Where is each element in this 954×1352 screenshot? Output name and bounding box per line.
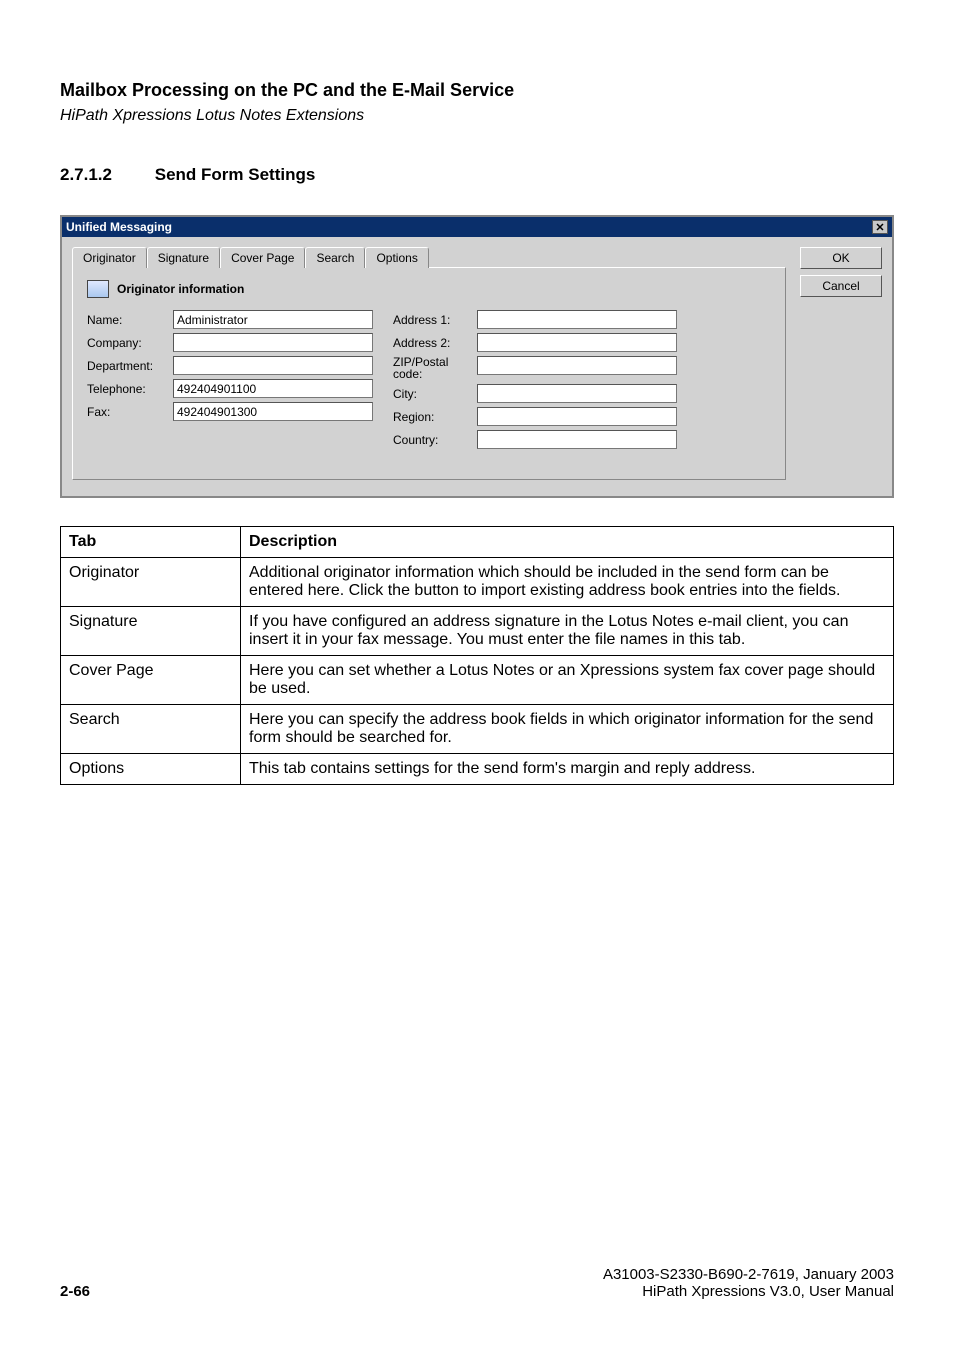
- dialog-unified-messaging: Unified Messaging ✕ Originator Signature…: [60, 215, 894, 498]
- label-address1: Address 1:: [393, 313, 471, 327]
- region-field[interactable]: [477, 407, 677, 426]
- cell-tab: Signature: [61, 607, 241, 656]
- table-row: OriginatorAdditional originator informat…: [61, 558, 894, 607]
- cell-desc: Here you can set whether a Lotus Notes o…: [241, 656, 894, 705]
- label-department: Department:: [87, 359, 167, 373]
- label-region: Region:: [393, 410, 471, 424]
- address2-field[interactable]: [477, 333, 677, 352]
- page-footer: 2-66 A31003-S2330-B690-2-7619, January 2…: [60, 1266, 894, 1300]
- tabs: Originator Signature Cover Page Search O…: [72, 247, 786, 268]
- description-table: Tab Description OriginatorAdditional ori…: [60, 526, 894, 785]
- label-city: City:: [393, 387, 471, 401]
- tab-search[interactable]: Search: [305, 247, 365, 268]
- table-row: OptionsThis tab contains settings for th…: [61, 754, 894, 785]
- tab-originator[interactable]: Originator: [72, 247, 147, 268]
- table-row: Cover PageHere you can set whether a Lot…: [61, 656, 894, 705]
- tab-panel-originator: Originator information Name: Company: De…: [72, 267, 786, 480]
- table-row: SignatureIf you have configured an addre…: [61, 607, 894, 656]
- page-subtitle: HiPath Xpressions Lotus Notes Extensions: [60, 107, 894, 125]
- document-id: A31003-S2330-B690-2-7619, January 2003: [603, 1266, 894, 1283]
- cell-desc: This tab contains settings for the send …: [241, 754, 894, 785]
- name-field[interactable]: [173, 310, 373, 329]
- label-zip: ZIP/Postal code:: [393, 356, 471, 380]
- document-name: HiPath Xpressions V3.0, User Manual: [603, 1283, 894, 1300]
- th-tab: Tab: [61, 527, 241, 558]
- close-icon[interactable]: ✕: [872, 220, 888, 234]
- cell-desc: Here you can specify the address book fi…: [241, 705, 894, 754]
- section-title: Send Form Settings: [155, 165, 316, 184]
- section-number: 2.7.1.2: [60, 165, 150, 185]
- ok-button[interactable]: OK: [800, 247, 882, 269]
- label-address2: Address 2:: [393, 336, 471, 350]
- page-title: Mailbox Processing on the PC and the E-M…: [60, 80, 894, 101]
- fax-field[interactable]: [173, 402, 373, 421]
- country-field[interactable]: [477, 430, 677, 449]
- cell-tab: Originator: [61, 558, 241, 607]
- tab-signature[interactable]: Signature: [147, 247, 220, 268]
- cancel-button[interactable]: Cancel: [800, 275, 882, 297]
- table-row: SearchHere you can specify the address b…: [61, 705, 894, 754]
- cell-tab: Options: [61, 754, 241, 785]
- label-telephone: Telephone:: [87, 382, 167, 396]
- panel-header-label: Originator information: [117, 282, 244, 296]
- tab-options[interactable]: Options: [365, 247, 428, 268]
- tab-coverpage[interactable]: Cover Page: [220, 247, 305, 268]
- address1-field[interactable]: [477, 310, 677, 329]
- label-company: Company:: [87, 336, 167, 350]
- th-desc: Description: [241, 527, 894, 558]
- contact-card-icon[interactable]: [87, 280, 109, 298]
- telephone-field[interactable]: [173, 379, 373, 398]
- page-number: 2-66: [60, 1283, 90, 1300]
- department-field[interactable]: [173, 356, 373, 375]
- dialog-title: Unified Messaging: [66, 220, 172, 234]
- label-country: Country:: [393, 433, 471, 447]
- company-field[interactable]: [173, 333, 373, 352]
- cell-desc: Additional originator information which …: [241, 558, 894, 607]
- city-field[interactable]: [477, 384, 677, 403]
- section-heading: 2.7.1.2 Send Form Settings: [60, 165, 894, 185]
- cell-tab: Search: [61, 705, 241, 754]
- zip-field[interactable]: [477, 356, 677, 375]
- cell-tab: Cover Page: [61, 656, 241, 705]
- label-fax: Fax:: [87, 405, 167, 419]
- dialog-titlebar: Unified Messaging ✕: [62, 217, 892, 237]
- label-name: Name:: [87, 313, 167, 327]
- cell-desc: If you have configured an address signat…: [241, 607, 894, 656]
